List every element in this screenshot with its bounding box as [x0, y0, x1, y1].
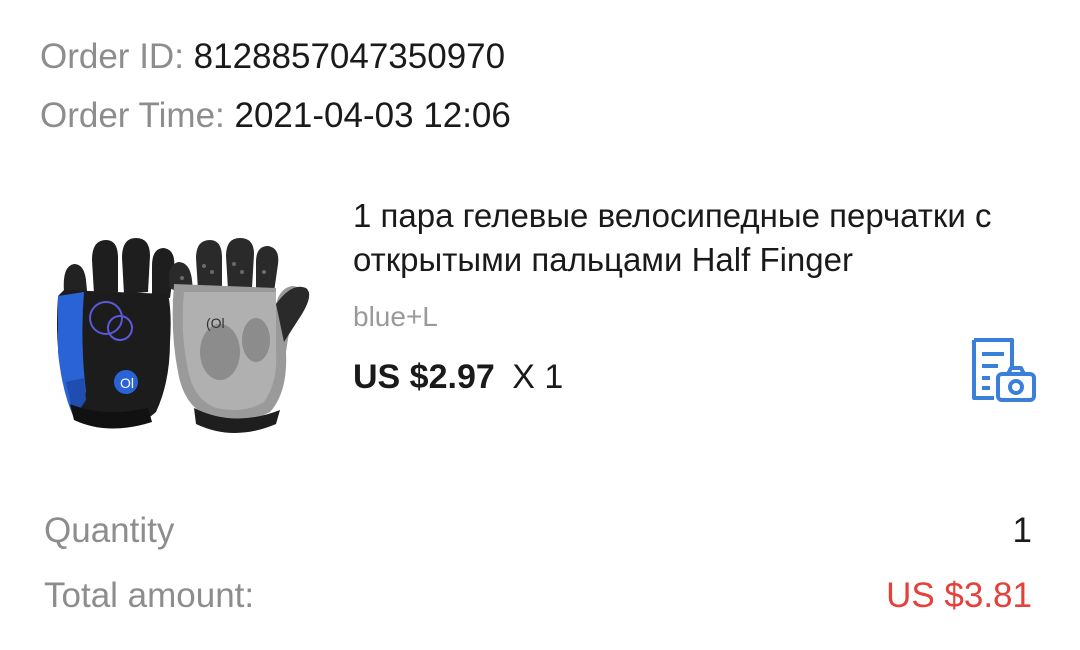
total-amount-row: Total amount: US $3.81 — [44, 576, 1032, 616]
order-time-value: 2021-04-03 12:06 — [234, 96, 511, 135]
product-image[interactable]: Ol (Ol — [44, 232, 320, 454]
total-amount-label: Total amount: — [44, 576, 255, 615]
quantity-row: Quantity 1 — [44, 511, 1032, 551]
order-id-value[interactable]: 8128857047350970 — [194, 37, 505, 76]
order-id-label: Order ID: — [40, 37, 184, 76]
product-title[interactable]: 1 пара гелевые велосипедные перчатки с о… — [353, 194, 1043, 282]
product-variant: blue+L — [353, 301, 438, 332]
svg-text:Ol: Ol — [120, 375, 134, 391]
order-id-row: Order ID: 8128857047350970 — [40, 37, 505, 77]
quantity-label: Quantity — [44, 511, 175, 550]
order-time-label: Order Time: — [40, 96, 225, 135]
product-price: US $2.97 — [353, 358, 495, 396]
cycling-gloves-image: Ol (Ol — [57, 238, 310, 433]
product-quantity: X 1 — [512, 358, 564, 396]
order-details-page: Order ID: 8128857047350970 Order Time: 2… — [0, 0, 1080, 650]
order-time-row: Order Time: 2021-04-03 12:06 — [40, 96, 511, 136]
document-camera-icon — [972, 338, 1036, 402]
svg-text:(Ol: (Ol — [206, 315, 225, 331]
transaction-snapshot-button[interactable] — [968, 336, 1038, 404]
price-row: US $2.97 X 1 — [353, 357, 563, 397]
quantity-value: 1 — [1012, 511, 1032, 550]
total-amount-value: US $3.81 — [886, 576, 1032, 615]
